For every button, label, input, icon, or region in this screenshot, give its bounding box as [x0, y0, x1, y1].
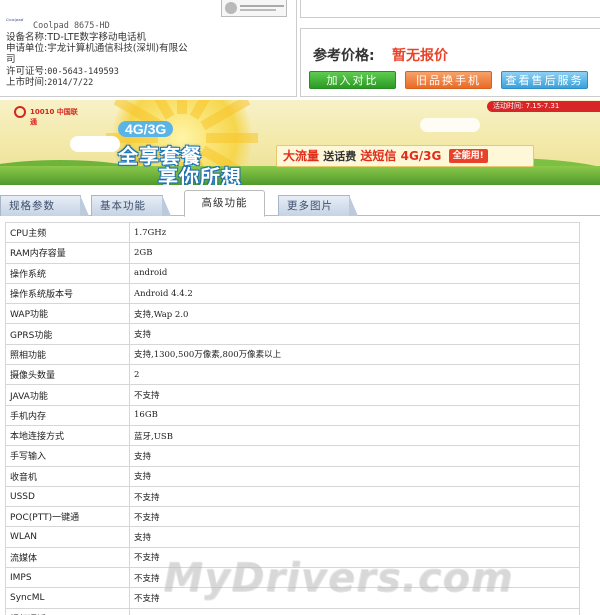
spec-name: WAP功能 [5, 303, 130, 325]
device-name-value: TD-LTE数字移动电话机 [47, 32, 147, 43]
add-to-compare-button[interactable]: 加入对比 [309, 71, 396, 89]
table-row: RAM内存容量 2GB [5, 242, 580, 264]
spec-value: 不支持 [129, 506, 580, 528]
spec-value: 支持 [129, 465, 580, 487]
spec-name: POC(PTT)一键通 [5, 506, 130, 528]
tab-specs[interactable]: 规格参数 [0, 195, 89, 216]
table-row: GPRS功能 支持 [5, 323, 580, 345]
table-row: POC(PTT)一键通 不支持 [5, 506, 580, 528]
spec-name: USSD [5, 485, 130, 508]
spec-name: RAM内存容量 [5, 242, 130, 264]
price-box: 参考价格: 暂无报价 加入对比 旧品换手机 查看售后服务 [300, 28, 600, 97]
table-row: 流媒体 不支持 [5, 546, 580, 569]
table-row: IMPS 不支持 [5, 567, 580, 589]
top-right-strip [300, 0, 600, 18]
spec-name: 流媒体 [5, 546, 130, 569]
spec-name: IMPS [5, 567, 130, 589]
release-date-label: 上市时间: [6, 77, 48, 88]
release-date-value: 2014/7/22 [47, 78, 94, 88]
spec-value: 不支持 [129, 587, 580, 609]
table-row: 手机内存 16GB [5, 404, 580, 426]
table-row: JAVA功能 不支持 [5, 384, 580, 406]
spec-value: 支持 [129, 445, 580, 467]
spec-name: 操作系统版本号 [5, 282, 130, 305]
spec-name: 摄像头数量 [5, 364, 130, 386]
promo-bar: 大流量 送话费 送短信 4G/3G 全能用! [276, 145, 534, 167]
spec-name: WLAN [5, 526, 130, 548]
promo-banner[interactable]: 10010 中国联通 活动时间: 7.15-7.31 4G/3G 全享套餐 享你… [0, 100, 600, 185]
trade-in-button[interactable]: 旧品换手机 [405, 71, 492, 89]
device-name-label: 设备名称: [6, 32, 48, 43]
spec-value [129, 607, 580, 615]
tab-basic-functions[interactable]: 基本功能 [91, 195, 171, 216]
grass-graphic [0, 166, 600, 185]
spec-name: 手机内存 [5, 404, 130, 426]
table-row: 操作系统版本号 Android 4.4.2 [5, 282, 580, 305]
spec-name: 操作系统 [5, 262, 130, 284]
unicom-knot-icon [14, 106, 26, 118]
spec-tabs: 规格参数 基本功能 高级功能 更多图片 [0, 188, 600, 217]
certificate-thumbnail[interactable] [221, 0, 287, 17]
spec-name: 手写输入 [5, 445, 130, 467]
spec-value: 支持,Wap 2.0 [129, 303, 580, 325]
table-row: 摄像头数量 2 [5, 364, 580, 386]
spec-value: 支持,1300,500万像素,800万像素以上 [129, 343, 580, 366]
model-line: Coolpad 8675-HD [33, 21, 110, 31]
spec-name: SyncML [5, 587, 130, 609]
unicom-logo: 10010 中国联通 [14, 106, 84, 126]
table-row: 收音机 支持 [5, 465, 580, 487]
spec-value: 蓝牙,USB [129, 424, 580, 447]
spec-name: JAVA功能 [5, 384, 130, 406]
release-date-row: 上市时间:2014/7/22 [6, 77, 93, 89]
spec-value: 支持 [129, 323, 580, 345]
spec-value: 不支持 [129, 546, 580, 569]
table-row: 照相功能 支持,1300,500万像素,800万像素以上 [5, 343, 580, 366]
device-name-row: 设备名称:TD-LTE数字移动电话机 [6, 32, 146, 43]
table-row: CPU主频 1.7GHz [5, 221, 580, 244]
spec-value: 不支持 [129, 567, 580, 589]
brand-logo: Coolpad [6, 17, 24, 22]
license-value: 00-5643-149593 [47, 67, 119, 77]
spec-name: GPRS功能 [5, 323, 130, 345]
spec-name: 视频通话 [5, 607, 130, 615]
table-row: 视频通话 [5, 607, 580, 615]
product-info-box: Coolpad Coolpad 8675-HD 设备名称:TD-LTE数字移动电… [0, 0, 297, 97]
price-value: 暂无报价 [392, 48, 448, 64]
spec-value: 不支持 [129, 485, 580, 508]
spec-name: 收音机 [5, 465, 130, 487]
table-row: 本地连接方式 蓝牙,USB [5, 424, 580, 447]
table-row: USSD 不支持 [5, 485, 580, 508]
table-row: 操作系统 android [5, 262, 580, 284]
spec-name: 照相功能 [5, 343, 130, 366]
spec-value: 1.7GHz [129, 221, 580, 244]
spec-value: android [129, 262, 580, 284]
after-sales-button[interactable]: 查看售后服务 [501, 71, 588, 89]
network-badge: 4G/3G [118, 121, 174, 137]
table-row: 手写输入 支持 [5, 445, 580, 467]
tab-more-images[interactable]: 更多图片 [278, 195, 358, 216]
tab-advanced-functions[interactable]: 高级功能 [184, 190, 265, 217]
applicant-value: 宇龙计算机通信科技(深圳)有限公 [47, 43, 188, 54]
spec-value: 支持 [129, 526, 580, 548]
spec-value: 2 [129, 364, 580, 386]
spec-name: CPU主频 [5, 221, 130, 244]
spec-value: 2GB [129, 242, 580, 264]
spec-value: Android 4.4.2 [129, 282, 580, 305]
license-label: 许可证号: [6, 66, 48, 77]
price-label: 参考价格: [313, 48, 375, 64]
spec-table: CPU主频 1.7GHz RAM内存容量 2GB 操作系统 android 操作系统版本号 A… [5, 221, 580, 615]
applicant-value-cont: 司 [6, 54, 16, 65]
table-row: SyncML 不支持 [5, 587, 580, 609]
spec-name: 本地连接方式 [5, 424, 130, 447]
table-row: WLAN 支持 [5, 526, 580, 548]
applicant-row: 申请单位:宇龙计算机通信科技(深圳)有限公 [6, 43, 188, 54]
seal-icon [225, 2, 237, 14]
slogan-line-2: 享你所想 [158, 165, 242, 185]
spec-value: 16GB [129, 404, 580, 426]
product-header: Coolpad Coolpad 8675-HD 设备名称:TD-LTE数字移动电… [0, 0, 600, 97]
table-row: WAP功能 支持,Wap 2.0 [5, 303, 580, 325]
activity-time-badge: 活动时间: 7.15-7.31 [487, 101, 600, 112]
spec-value: 不支持 [129, 384, 580, 406]
applicant-label: 申请单位: [6, 43, 48, 54]
